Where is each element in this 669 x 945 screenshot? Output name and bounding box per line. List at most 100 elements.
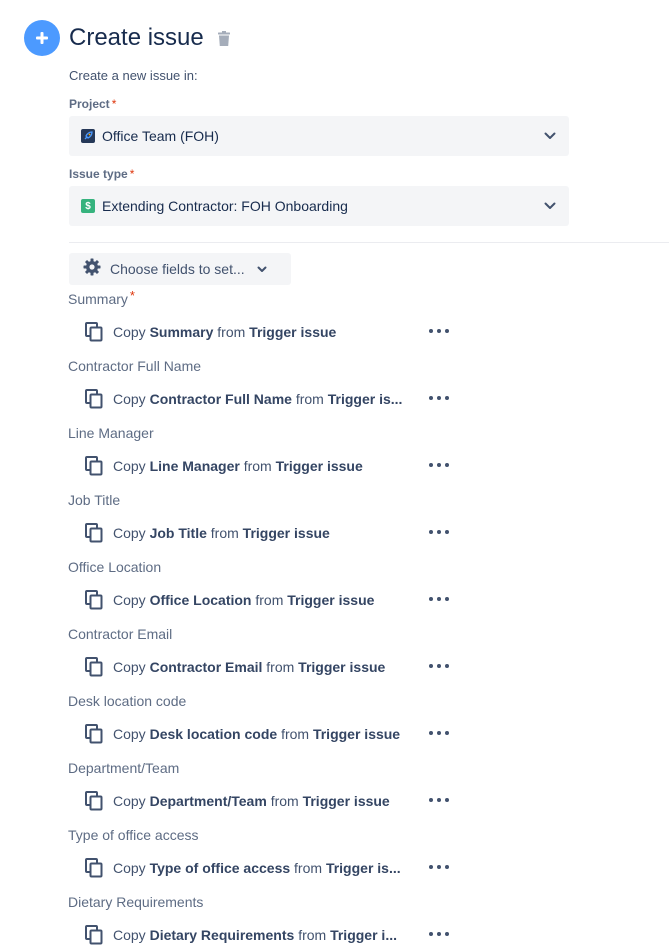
required-marker: * — [129, 167, 135, 181]
copy-field-row[interactable]: Copy Department/Team from Trigger issue — [85, 790, 390, 812]
copy-field-row[interactable]: Copy Line Manager from Trigger issue — [85, 455, 363, 477]
copy-field-row[interactable]: Copy Summary from Trigger issue — [85, 321, 336, 343]
source-name: Trigger issue — [302, 793, 390, 809]
field-label: Summary * — [68, 288, 135, 307]
more-options-icon[interactable] — [429, 659, 449, 673]
from-word: from — [295, 391, 324, 407]
field-label-text: Type of office access — [68, 827, 199, 843]
more-options-icon[interactable] — [429, 793, 449, 807]
rocket-icon — [81, 129, 95, 143]
field-name: Job Title — [149, 525, 207, 541]
copy-field-text: Copy Job Title from Trigger issue — [113, 525, 330, 541]
copy-icon — [85, 724, 103, 744]
more-options-icon[interactable] — [429, 324, 449, 338]
copy-icon — [85, 858, 103, 878]
copy-field-row[interactable]: Copy Dietary Requirements from Trigger i… — [85, 924, 397, 945]
dollar-icon: $ — [81, 199, 95, 213]
source-name: Trigger issue — [242, 525, 330, 541]
field-label-text: Contractor Full Name — [68, 358, 202, 374]
copy-word: Copy — [113, 391, 146, 407]
create-issue-panel: Create issue Create a new issue in: Proj… — [0, 0, 669, 945]
from-word: from — [294, 860, 323, 876]
chevron-down-icon — [257, 260, 267, 278]
choose-fields-button[interactable]: Choose fields to set... — [69, 253, 291, 285]
field-name: Summary — [149, 324, 214, 340]
copy-field-text: Copy Office Location from Trigger issue — [113, 592, 374, 608]
copy-field-text: Copy Type of office access from Trigger … — [113, 860, 401, 876]
field-label: Dietary Requirements — [68, 894, 205, 910]
more-options-icon[interactable] — [429, 391, 449, 405]
from-word: from — [266, 659, 295, 675]
copy-icon — [85, 523, 103, 543]
copy-field-text: Copy Line Manager from Trigger issue — [113, 458, 363, 474]
copy-icon — [85, 590, 103, 610]
field-label: Line Manager — [68, 425, 156, 441]
copy-icon — [85, 657, 103, 677]
source-name: Trigger is... — [325, 860, 401, 876]
field-name: Line Manager — [149, 458, 240, 474]
field-label-text: Department/Team — [68, 760, 180, 776]
copy-field-row[interactable]: Copy Type of office access from Trigger … — [85, 857, 401, 879]
copy-word: Copy — [113, 324, 146, 340]
field-label: Desk location code — [68, 693, 188, 709]
copy-field-text: Copy Desk location code from Trigger iss… — [113, 726, 400, 742]
field-label: Department/Team — [68, 760, 181, 776]
page-title: Create issue — [69, 24, 204, 51]
source-name: Trigger issue — [287, 592, 375, 608]
field-label: Contractor Email — [68, 626, 174, 642]
chevron-down-icon — [543, 199, 557, 213]
copy-field-text: Copy Dietary Requirements from Trigger i… — [113, 927, 397, 943]
project-label-text: Project — [69, 97, 110, 111]
from-word: from — [281, 726, 310, 742]
more-options-icon[interactable] — [429, 927, 449, 941]
copy-word: Copy — [113, 927, 146, 943]
gear-icon — [83, 258, 101, 281]
field-name: Type of office access — [149, 860, 291, 876]
project-label: Project * — [69, 97, 116, 111]
copy-word: Copy — [113, 458, 146, 474]
copy-field-row[interactable]: Copy Contractor Email from Trigger issue — [85, 656, 385, 678]
more-options-icon[interactable] — [429, 592, 449, 606]
field-name: Department/Team — [149, 793, 267, 809]
project-value: Office Team (FOH) — [102, 128, 219, 144]
trash-icon[interactable] — [216, 29, 232, 47]
copy-icon — [85, 322, 103, 342]
field-name: Office Location — [149, 592, 252, 608]
field-label: Type of office access — [68, 827, 200, 843]
copy-word: Copy — [113, 726, 146, 742]
field-name: Contractor Full Name — [149, 391, 292, 407]
more-options-icon[interactable] — [429, 458, 449, 472]
copy-icon — [85, 791, 103, 811]
copy-field-row[interactable]: Copy Job Title from Trigger issue — [85, 522, 330, 544]
copy-field-text: Copy Summary from Trigger issue — [113, 324, 336, 340]
from-word: from — [270, 793, 299, 809]
copy-word: Copy — [113, 659, 146, 675]
from-word: from — [298, 927, 327, 943]
field-label: Office Location — [68, 559, 163, 575]
field-label: Contractor Full Name — [68, 358, 203, 374]
copy-word: Copy — [113, 592, 146, 608]
more-options-icon[interactable] — [429, 726, 449, 740]
header: Create issue — [24, 20, 232, 56]
project-select[interactable]: Office Team (FOH) — [69, 116, 569, 156]
required-marker: * — [111, 97, 117, 111]
from-word: from — [255, 592, 284, 608]
source-name: Trigger issue — [249, 324, 337, 340]
subtitle: Create a new issue in: — [69, 68, 198, 83]
source-name: Trigger issue — [275, 458, 363, 474]
copy-icon — [85, 389, 103, 409]
issue-type-select[interactable]: $ Extending Contractor: FOH Onboarding — [69, 186, 569, 226]
more-options-icon[interactable] — [429, 525, 449, 539]
copy-field-row[interactable]: Copy Contractor Full Name from Trigger i… — [85, 388, 402, 410]
copy-field-row[interactable]: Copy Desk location code from Trigger iss… — [85, 723, 400, 745]
issue-type-value: Extending Contractor: FOH Onboarding — [102, 198, 348, 214]
divider — [69, 242, 669, 243]
field-label-text: Summary — [68, 291, 128, 307]
copy-field-text: Copy Department/Team from Trigger issue — [113, 793, 390, 809]
field-label-text: Line Manager — [68, 425, 154, 441]
copy-field-text: Copy Contractor Full Name from Trigger i… — [113, 391, 402, 407]
copy-word: Copy — [113, 793, 146, 809]
copy-field-row[interactable]: Copy Office Location from Trigger issue — [85, 589, 374, 611]
more-options-icon[interactable] — [429, 860, 449, 874]
field-label-text: Job Title — [68, 492, 121, 508]
